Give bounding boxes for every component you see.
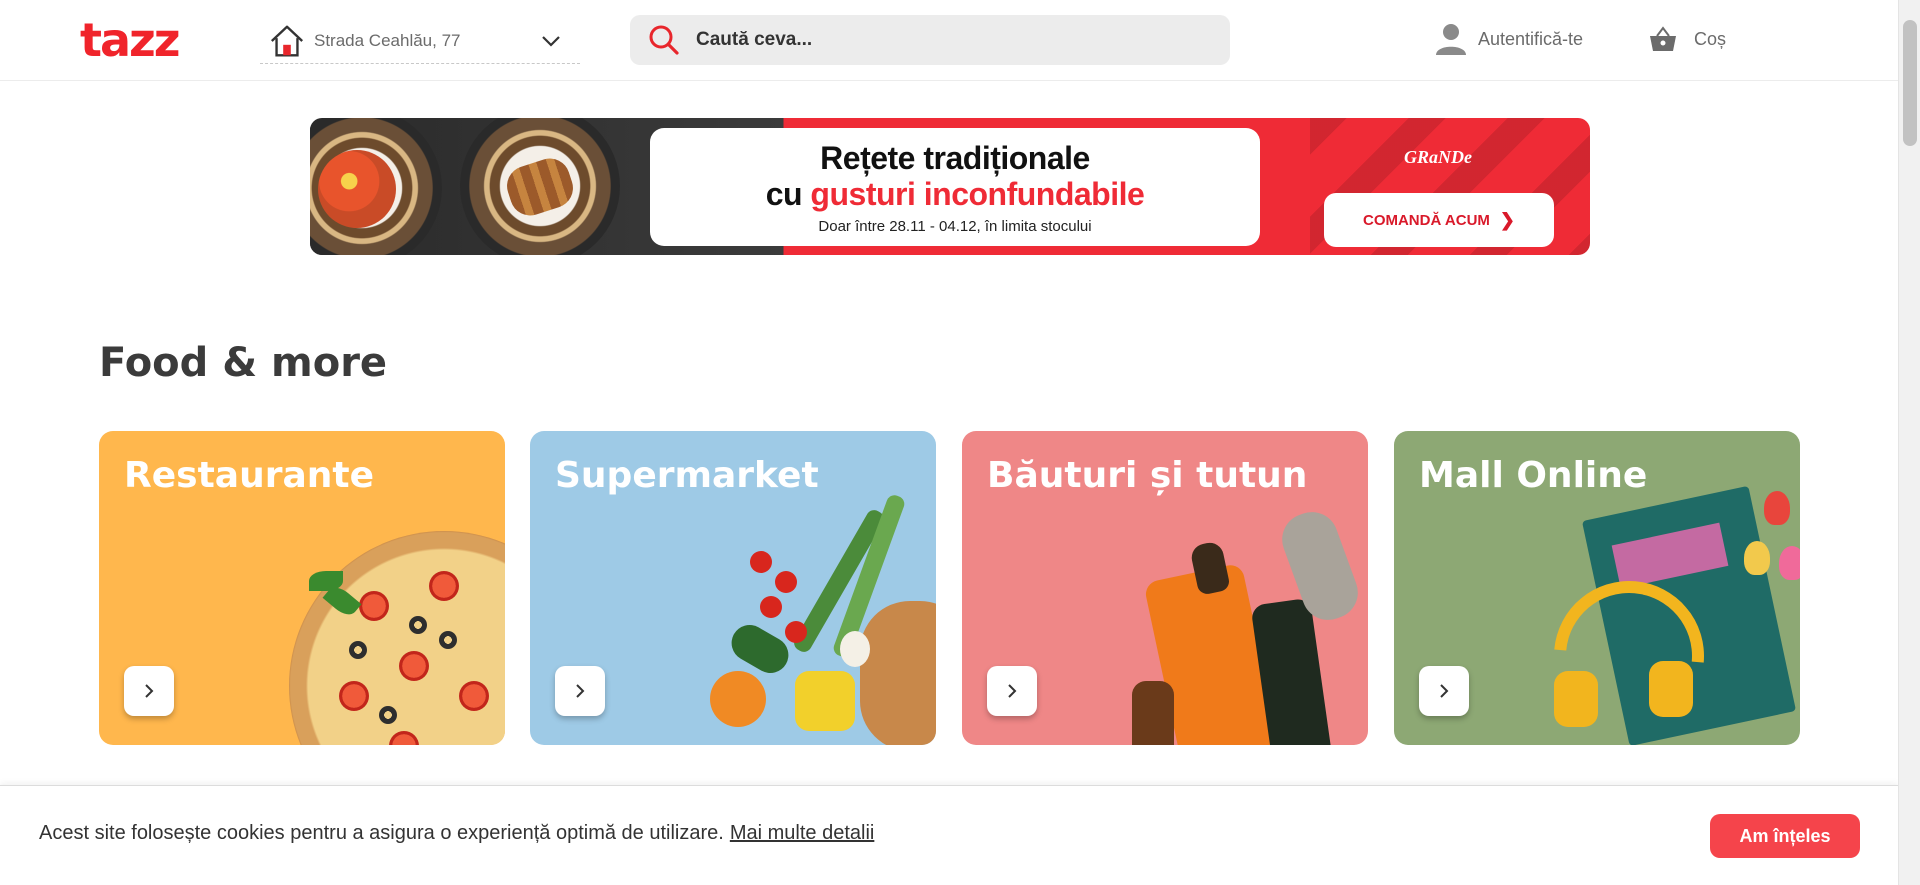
chevron-right-icon: [145, 684, 154, 698]
cart-button[interactable]: Coș: [1648, 24, 1726, 54]
promo-banner[interactable]: Rețete tradiționale cu gusturi inconfund…: [310, 118, 1590, 255]
category-title: Băuturi și tutun: [987, 455, 1308, 496]
bread-image: [860, 601, 936, 745]
tomato-slice: [459, 681, 489, 711]
olive: [379, 706, 397, 724]
order-now-button[interactable]: COMANDĂ ACUM ❯: [1324, 193, 1554, 247]
login-label: Autentifică-te: [1478, 28, 1584, 49]
chevron-down-icon: [542, 36, 560, 47]
chevron-right-icon: [1008, 684, 1017, 698]
category-title: Mall Online: [1419, 455, 1648, 496]
tomato-slice: [339, 681, 369, 711]
cookie-details-link[interactable]: Mai multe detalii: [730, 822, 875, 844]
cherry-tomato: [760, 596, 782, 618]
chevron-right-icon: ❯: [1499, 209, 1516, 230]
category-card-restaurante[interactable]: Restaurante: [99, 431, 505, 745]
tulip-image: [1779, 546, 1800, 580]
tazz-logo[interactable]: tazz: [80, 14, 181, 66]
banner-subtitle: Doar între 28.11 - 04.12, în limita stoc…: [818, 218, 1092, 235]
section-title: Food & more: [99, 340, 388, 386]
banner-title-line1: Rețete tradiționale: [820, 140, 1090, 176]
page-scrollbar[interactable]: [1898, 0, 1920, 885]
category-card-supermarket[interactable]: Supermarket: [530, 431, 936, 745]
bean-soup-image: [318, 150, 396, 228]
category-title: Supermarket: [555, 455, 819, 496]
open-category-button[interactable]: [124, 666, 174, 716]
cookie-consent-bar: Acest site folosește cookies pentru a as…: [0, 785, 1898, 885]
open-category-button[interactable]: [987, 666, 1037, 716]
banner-title-prefix: cu: [765, 176, 811, 212]
olive: [439, 631, 457, 649]
cherry-tomato: [785, 621, 807, 643]
delivery-address-text: Strada Ceahlău, 77: [314, 30, 461, 50]
chevron-right-icon: [1440, 684, 1449, 698]
cart-label: Coș: [1694, 28, 1727, 49]
tomato-slice: [389, 731, 419, 745]
search-input[interactable]: [696, 29, 1176, 51]
cherry-tomato: [750, 551, 772, 573]
banner-title-line2: cu gusturi inconfundabile: [650, 176, 1260, 212]
tulip-image: [1764, 491, 1790, 525]
book-cover-label: [1611, 522, 1729, 589]
orange-image: [710, 671, 766, 727]
top-header: tazz Strada Ceahlău, 77 Autentifică-te: [0, 0, 1898, 81]
accept-cookies-button[interactable]: Am înțeles: [1710, 814, 1860, 858]
banner-text-panel: Rețete tradiționale cu gusturi inconfund…: [650, 128, 1260, 246]
search-icon[interactable]: [648, 24, 680, 56]
tomato-slice: [399, 651, 429, 681]
banner-title: Rețete tradiționale cu gusturi inconfund…: [650, 140, 1260, 212]
banner-title-highlight: gusturi inconfundabile: [810, 176, 1145, 212]
home-icon: [270, 25, 304, 56]
pizza-image: [289, 531, 505, 745]
basket-icon: [1650, 26, 1676, 51]
grande-pizza-logo: GRaNDe: [1404, 146, 1472, 167]
tomato-slice: [429, 571, 459, 601]
category-card-bauturi-tutun[interactable]: Băuturi și tutun: [962, 431, 1368, 745]
olive: [409, 616, 427, 634]
cookie-message: Acest site folosește cookies pentru a as…: [39, 822, 874, 845]
login-button[interactable]: Autentifică-te: [1434, 22, 1583, 56]
yellow-pepper-image: [795, 671, 855, 731]
beer-bottle-image: [1132, 681, 1174, 745]
delivery-address-selector[interactable]: Strada Ceahlău, 77: [260, 18, 580, 64]
cookie-message-text: Acest site folosește cookies pentru a as…: [39, 822, 724, 844]
scrollbar-thumb[interactable]: [1903, 20, 1917, 146]
open-category-button[interactable]: [1419, 666, 1469, 716]
search-bar: [630, 15, 1230, 65]
cherry-tomato: [775, 571, 797, 593]
open-category-button[interactable]: [555, 666, 605, 716]
tulip-image: [1744, 541, 1770, 575]
category-title: Restaurante: [124, 455, 374, 496]
category-card-mall-online[interactable]: Mall Online: [1394, 431, 1800, 745]
order-now-label: COMANDĂ ACUM: [1362, 211, 1490, 229]
tomato-slice: [359, 591, 389, 621]
user-icon: [1436, 24, 1466, 55]
headphone-earcup: [1554, 671, 1598, 727]
chevron-right-icon: [576, 684, 585, 698]
headphone-earcup: [1649, 661, 1693, 717]
olive: [349, 641, 367, 659]
egg-image: [840, 631, 870, 667]
category-cards: Restaurante Supermarket Băuturi și tutun: [99, 431, 1801, 745]
